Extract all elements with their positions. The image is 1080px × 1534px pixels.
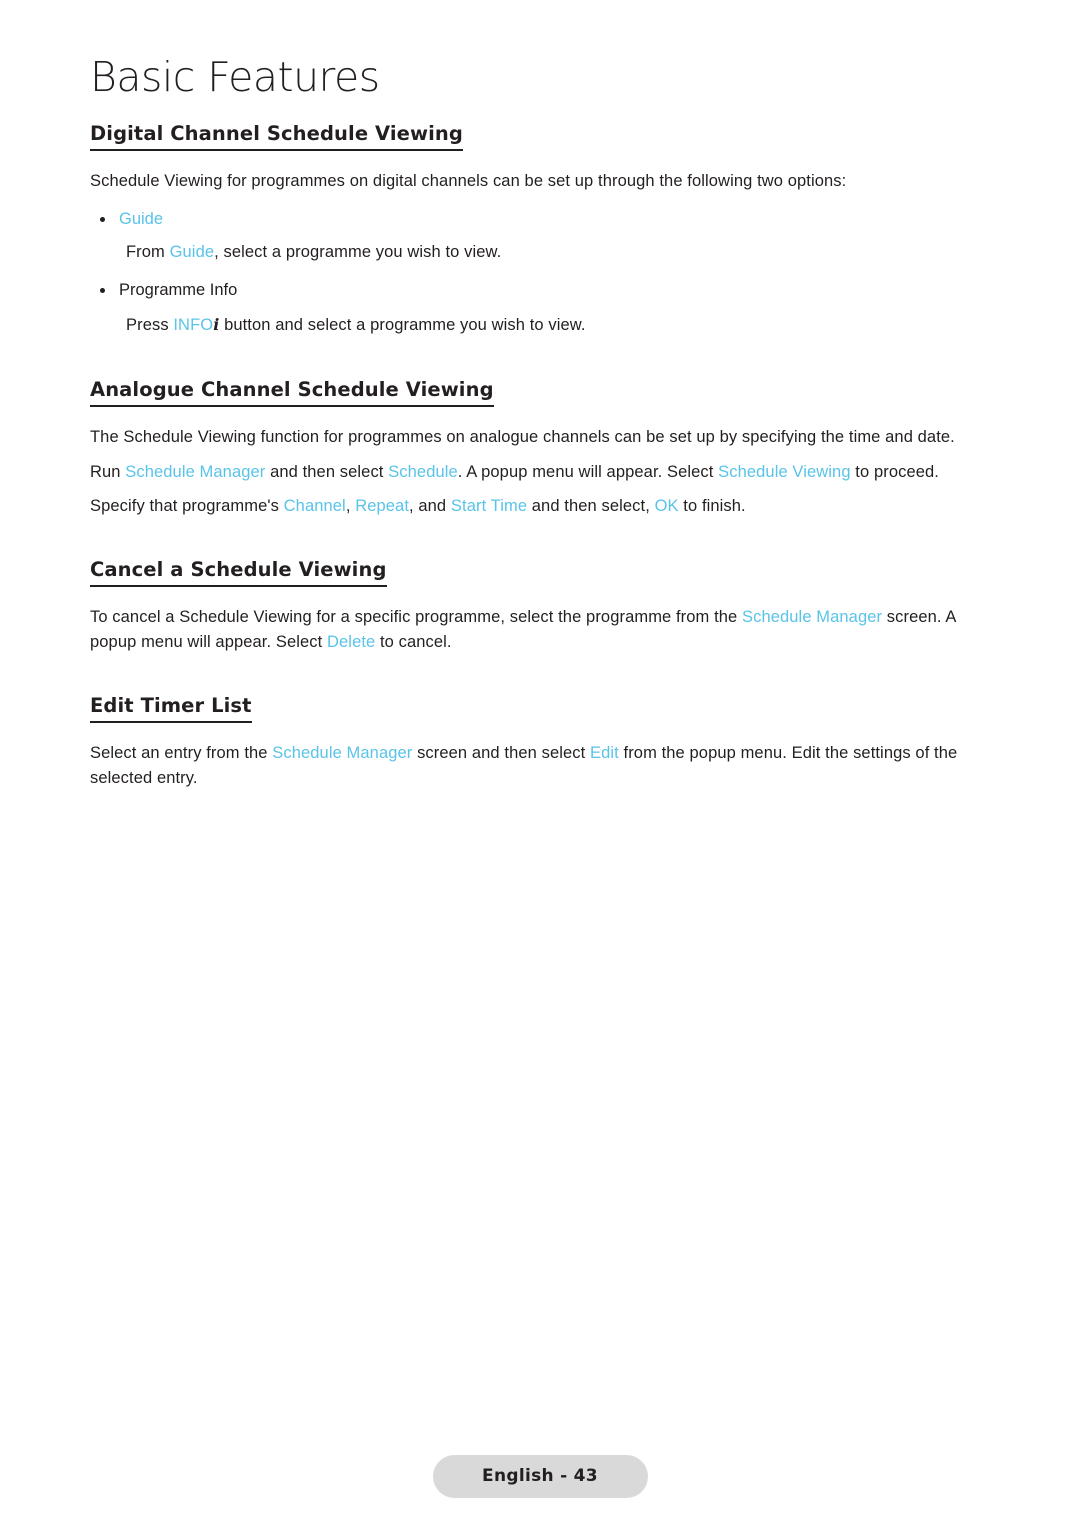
section-analogue-channel-schedule-viewing: Analogue Channel Schedule Viewing: [90, 378, 990, 408]
menu-link-schedule-manager: Schedule Manager: [272, 744, 413, 763]
text-run: and then select: [265, 462, 389, 481]
detail-prefix: From: [126, 243, 170, 262]
analogue-paragraph-3: Specify that programme's Channel, Repeat…: [90, 494, 990, 518]
text-run: to proceed.: [850, 462, 939, 481]
detail-suffix: , select a programme you wish to view.: [214, 243, 502, 262]
menu-link-schedule: Schedule: [388, 462, 458, 481]
menu-link-delete: Delete: [327, 632, 376, 651]
page-number-badge: English - 43: [432, 1455, 648, 1498]
text-run: and then select,: [527, 497, 655, 515]
section-heading: Edit Timer List: [90, 694, 252, 724]
bullet-detail-guide: From Guide, select a programme you wish …: [126, 241, 990, 265]
menu-link-edit: Edit: [589, 744, 619, 763]
detail-link: Guide: [169, 243, 215, 262]
text-run: , and: [409, 497, 451, 515]
section-cancel-a-schedule-viewing: Cancel a Schedule Viewing: [90, 558, 990, 588]
detail-suffix: button and select a programme you wish t…: [219, 316, 586, 335]
analogue-paragraph-1: The Schedule Viewing function for progra…: [90, 428, 955, 447]
cancel-paragraph: To cancel a Schedule Viewing for a speci…: [90, 605, 990, 654]
text-run: ,: [345, 497, 356, 515]
text-run: to finish.: [678, 497, 746, 515]
menu-link-start-time: Start Time: [450, 497, 528, 515]
bullet-dot-icon: [100, 288, 105, 294]
menu-link-schedule-manager: Schedule Manager: [742, 608, 883, 627]
menu-link-schedule-manager: Schedule Manager: [125, 462, 266, 481]
bullet-item-guide: Guide: [90, 208, 990, 232]
bullet-label: Guide: [119, 209, 164, 228]
section-digital-channel-schedule-viewing: Digital Channel Schedule Viewing: [90, 122, 990, 152]
text-run: . A popup menu will appear. Select: [457, 462, 719, 481]
detail-link: INFO: [173, 316, 214, 335]
text-run: To cancel a Schedule Viewing for a speci…: [90, 608, 742, 627]
bullet-label: Programme Info: [119, 281, 238, 300]
page-footer: English - 43: [0, 1455, 1080, 1498]
menu-link-repeat: Repeat: [355, 497, 410, 515]
menu-link-schedule-viewing: Schedule Viewing: [718, 462, 851, 481]
section-edit-timer-list: Edit Timer List: [90, 694, 990, 724]
menu-link-ok: OK: [654, 497, 679, 515]
manual-page: Basic Features Digital Channel Schedule …: [0, 0, 1080, 1534]
text-run: screen and then select: [412, 744, 590, 763]
section-heading: Digital Channel Schedule Viewing: [90, 122, 463, 152]
analogue-paragraph-2: Run Schedule Manager and then select Sch…: [90, 460, 990, 484]
edit-timer-paragraph: Select an entry from the Schedule Manage…: [90, 741, 990, 790]
menu-link-channel: Channel: [283, 497, 346, 515]
text-run: Run: [90, 462, 126, 481]
section-heading: Cancel a Schedule Viewing: [90, 558, 387, 588]
text-run: Select an entry from the: [90, 744, 273, 763]
bullet-item-programme-info: Programme Info: [90, 279, 990, 303]
chapter-title: Basic Features: [90, 53, 380, 101]
text-run: Specify that programme's: [90, 497, 284, 515]
detail-prefix: Press: [126, 316, 174, 335]
bullet-detail-programme-info: Press INFOi button and select a programm…: [126, 313, 990, 338]
section-heading: Analogue Channel Schedule Viewing: [90, 378, 494, 408]
page-content: Basic Features Digital Channel Schedule …: [90, 53, 990, 790]
text-run: to cancel.: [375, 632, 452, 651]
section-intro-text: Schedule Viewing for programmes on digit…: [90, 172, 847, 191]
bullet-dot-icon: [100, 216, 105, 222]
